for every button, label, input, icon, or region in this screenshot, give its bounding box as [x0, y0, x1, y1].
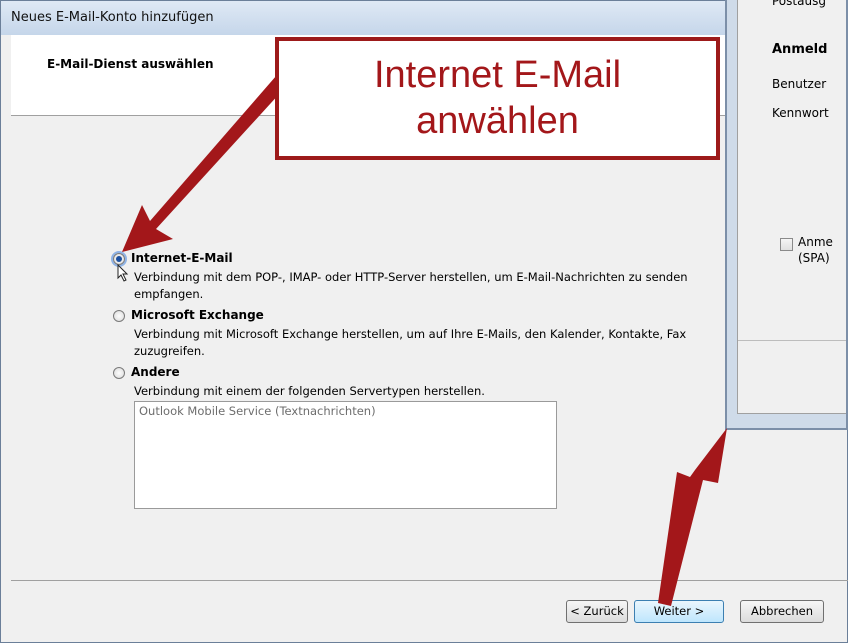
- option-internet-email-desc-1: Verbindung mit dem POP-, IMAP- oder HTTP…: [134, 270, 688, 284]
- option-exchange-desc-2: zuzugreifen.: [134, 344, 205, 358]
- back-button[interactable]: < Zurück: [566, 600, 628, 623]
- option-andere-desc: Verbindung mit einem der folgenden Serve…: [134, 384, 485, 398]
- server-type-list[interactable]: Outlook Mobile Service (Textnachrichten): [134, 401, 557, 509]
- password-label: Kennwort: [772, 106, 829, 120]
- cancel-button[interactable]: Abbrechen: [740, 600, 824, 623]
- annotation-line-2: anwählen: [416, 100, 579, 142]
- list-item[interactable]: Outlook Mobile Service (Textnachrichten): [139, 404, 376, 418]
- option-exchange-desc-1: Verbindung mit Microsoft Exchange herste…: [134, 327, 687, 341]
- spa-label-2: (SPA): [798, 251, 830, 265]
- login-section-title: Anmeld: [772, 42, 828, 57]
- spa-checkbox[interactable]: [780, 238, 793, 251]
- option-exchange-label[interactable]: Microsoft Exchange: [131, 308, 264, 322]
- radio-andere[interactable]: [113, 367, 125, 379]
- panel-divider: [738, 340, 846, 341]
- window-title: Neues E-Mail-Konto hinzufügen: [11, 10, 214, 25]
- account-settings-window: Postausg Anmeld Benutzer Kennwort Anme (…: [725, 0, 848, 430]
- next-button[interactable]: Weiter >: [634, 600, 724, 623]
- username-label: Benutzer: [772, 77, 827, 91]
- option-internet-email-label[interactable]: Internet-E-Mail: [131, 251, 233, 265]
- outgoing-server-label: Postausg: [772, 0, 826, 8]
- account-settings-panel: Postausg Anmeld Benutzer Kennwort Anme (…: [737, 0, 846, 414]
- annotation-line-1: Internet E-Mail: [373, 54, 622, 96]
- radio-microsoft-exchange[interactable]: [113, 310, 125, 322]
- annotation-callout: Internet E-Mail anwählen: [275, 37, 720, 160]
- option-internet-email-desc-2: empfangen.: [134, 287, 204, 301]
- spa-label-1: Anme: [798, 235, 833, 249]
- button-divider: [11, 580, 848, 581]
- title-bar: Neues E-Mail-Konto hinzufügen: [1, 1, 847, 35]
- mouse-cursor-icon: [117, 264, 129, 282]
- option-andere-label[interactable]: Andere: [131, 365, 180, 379]
- header-title: E-Mail-Dienst auswählen: [47, 57, 214, 71]
